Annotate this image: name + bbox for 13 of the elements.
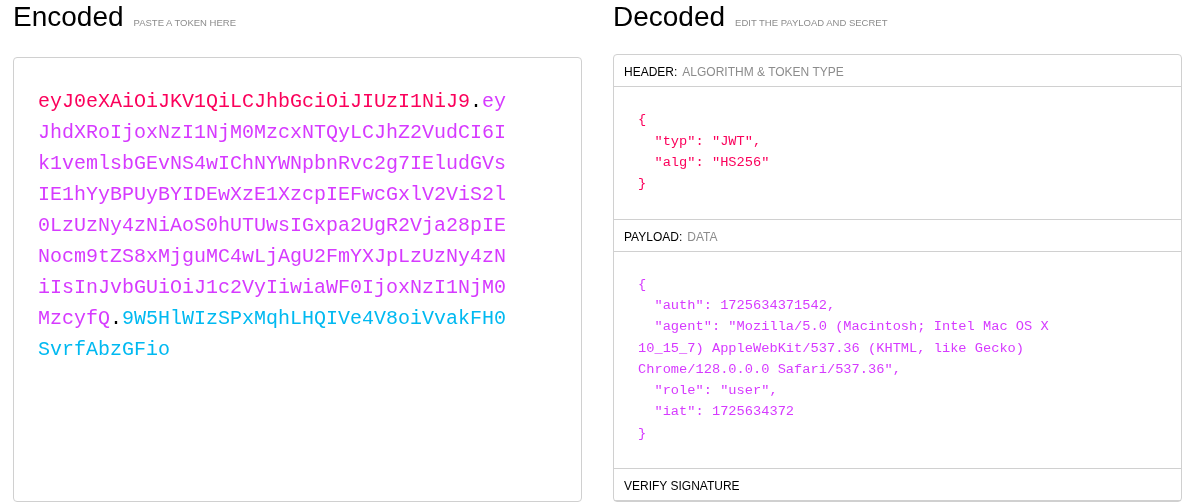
- section-sublabel: DATA: [687, 229, 718, 244]
- section-label: HEADER:: [624, 65, 678, 80]
- section-sublabel: ALGORITHM & TOKEN TYPE: [682, 65, 844, 80]
- panel-hint: PASTE A TOKEN HERE: [133, 17, 236, 28]
- token-input[interactable]: [13, 57, 582, 502]
- panel-title: Encoded: [13, 0, 124, 34]
- section-label: PAYLOAD:: [624, 229, 683, 244]
- section-label: VERIFY SIGNATURE: [624, 479, 740, 493]
- panel-hint: EDIT THE PAYLOAD AND SECRET: [735, 17, 888, 28]
- encoded-token-text: eyJ0eXAiOiJKV1QiLCJhbGciOiJIUzI1NiJ9.eyJhdXRoIjoxNzI1NjM0MzcxNTQyLCJhZ2VudCI6Ik1vemlsbGEvNS4wIChNYWNpbnRvc2g7IEludGVsIE1hYyBPUyBYIDEwXzE1XzcpIEFwcGxlV2ViS2l0LzUzNy4zNiAoS0hUTUwsIGxpa2UgR2Vja28pIENocm9tZS8xMjguMC4wLjAgU2FmYXJpLzUzNy4zNiIsInJvbGUiOiJ1c2VyIiwiaWF0IjoxNzI1NjM0MzcyfQ.9W5HlWIzSPxMqhLHQIVe4V8oiVvakFH0SvrfAbzGFio: [38, 89, 508, 363]
- json-editor[interactable]: { "auth": 1725634371542, "agent": "Mozilla/5.0 (Macintosh; Intel Mac OS X 10_15_7) AppleWebKit/537.36 (KHTML, like Gecko) Chrome/128.0.0.0 Safari/537.36", "role": "user", "iat": 1725634372 }: [638, 273, 1098, 444]
- panel-title: Decoded: [613, 0, 726, 34]
- json-editor[interactable]: { "typ": "JWT", "alg": "HS256" }: [638, 109, 1098, 195]
